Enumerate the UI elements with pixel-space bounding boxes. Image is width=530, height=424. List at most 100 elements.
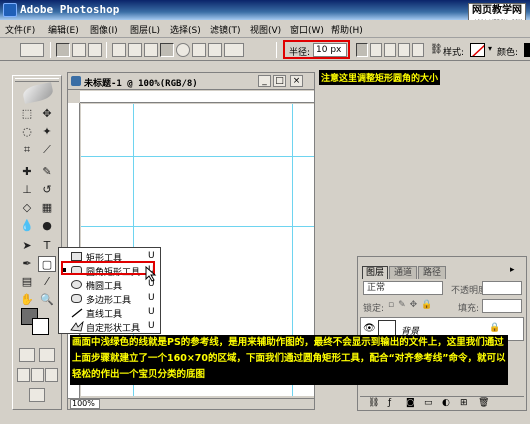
color-swatch[interactable]	[524, 43, 530, 57]
lock-options-icon[interactable]: ▫✎✥🔒	[388, 300, 436, 310]
radius-input[interactable]	[313, 43, 347, 57]
new-group-icon[interactable]: ▭	[424, 398, 433, 408]
screen-mode-standard-button[interactable]	[17, 368, 30, 382]
line-tool-button[interactable]	[208, 43, 222, 57]
healing-brush-icon[interactable]: ✚	[18, 164, 36, 180]
menu-window[interactable]: 窗口(W)	[290, 23, 324, 36]
opacity-field[interactable]	[482, 281, 522, 295]
fill-field[interactable]	[482, 299, 522, 313]
menu-filter[interactable]: 滤镜(T)	[210, 23, 241, 36]
fill-pixels-button[interactable]	[88, 43, 102, 57]
blend-mode-select[interactable]: 正常	[363, 281, 443, 295]
menu-select[interactable]: 选择(S)	[170, 23, 201, 36]
tab-layers[interactable]: 图层	[362, 266, 388, 279]
menu-edit[interactable]: 编辑(E)	[48, 23, 79, 36]
blur-tool-icon[interactable]: 💧	[18, 218, 36, 234]
flyout-item-polygon[interactable]: 多边形工具 U	[59, 292, 160, 306]
hand-tool-icon[interactable]: ✋	[18, 292, 36, 308]
notes-tool-icon[interactable]: ▤	[18, 274, 36, 290]
menu-bar: 文件(F) 编辑(E) 图像(I) 图层(L) 选择(S) 滤镜(T) 视图(V…	[0, 20, 530, 38]
screen-mode-full-menu-button[interactable]	[31, 368, 44, 382]
magic-wand-icon[interactable]: ✦	[38, 124, 56, 140]
tool-preset-picker[interactable]	[20, 43, 44, 57]
history-brush-icon[interactable]: ↺	[38, 182, 56, 198]
style-dropdown-icon[interactable]: ▾	[488, 44, 492, 53]
close-button[interactable]: ×	[290, 75, 303, 87]
app-title: Adobe Photoshop	[20, 3, 120, 16]
layer-mask-icon[interactable]: ◙	[406, 398, 415, 408]
custom-shape-tool-button[interactable]	[224, 43, 244, 57]
freeform-pen-button[interactable]	[128, 43, 142, 57]
guide-line[interactable]	[81, 156, 314, 157]
maximize-button[interactable]: □	[273, 75, 286, 87]
quick-mask-button[interactable]	[39, 348, 55, 362]
flyout-item-line[interactable]: 直线工具 U	[59, 306, 160, 320]
flyout-item-label: 自定形状工具	[86, 324, 141, 334]
toolbox-grip[interactable]	[15, 78, 59, 82]
menu-help[interactable]: 帮助(H)	[331, 23, 363, 36]
document-title: 未标题-1 @ 100%(RGB/8)	[84, 79, 198, 89]
paths-button[interactable]	[72, 43, 86, 57]
brush-tool-icon[interactable]: ✎	[38, 164, 56, 180]
options-separator	[106, 42, 107, 58]
exclude-shape-button[interactable]	[412, 43, 424, 57]
background-color[interactable]	[32, 318, 49, 335]
move-tool-icon[interactable]: ✥	[38, 106, 56, 122]
pen-tool-button[interactable]	[112, 43, 126, 57]
add-to-shape-button[interactable]	[370, 43, 382, 57]
eyedropper-tool-icon[interactable]: ⁄	[38, 274, 56, 290]
dodge-tool-icon[interactable]: ●	[38, 218, 56, 234]
rectangle-icon	[71, 252, 82, 261]
polygon-icon	[71, 294, 82, 303]
menu-view[interactable]: 视图(V)	[250, 23, 281, 36]
type-tool-icon[interactable]: T	[38, 238, 56, 254]
polygon-tool-button[interactable]	[192, 43, 206, 57]
layer-style-icon[interactable]: ƒ	[388, 398, 391, 408]
new-shape-layer-button[interactable]	[356, 43, 368, 57]
horizontal-ruler[interactable]	[80, 91, 314, 103]
clone-stamp-icon[interactable]: ⊥	[18, 182, 36, 198]
rounded-rectangle-tool-button[interactable]	[160, 43, 174, 57]
menu-image[interactable]: 图像(I)	[90, 23, 118, 36]
screen-mode-full-button[interactable]	[45, 368, 58, 382]
delete-layer-icon[interactable]: 🗑	[478, 398, 489, 408]
subtract-shape-button[interactable]	[384, 43, 396, 57]
menu-layer[interactable]: 图层(L)	[130, 23, 160, 36]
standard-mode-button[interactable]	[19, 348, 35, 362]
zoom-field[interactable]: 100%	[70, 399, 100, 409]
eraser-tool-icon[interactable]: ◇	[18, 200, 36, 216]
gradient-tool-icon[interactable]: ▦	[38, 200, 56, 216]
slice-tool-icon[interactable]: ⟋	[38, 142, 56, 158]
flyout-item-label: 椭圆工具	[86, 282, 123, 292]
flyout-item-rectangle[interactable]: 矩形工具 U	[59, 250, 160, 264]
style-picker[interactable]	[470, 43, 485, 57]
tab-paths[interactable]: 路径	[418, 266, 446, 279]
new-layer-icon[interactable]: ⊞	[460, 398, 468, 408]
ellipse-tool-button[interactable]	[176, 43, 190, 57]
menu-file[interactable]: 文件(F)	[5, 23, 35, 36]
flyout-item-custom-shape[interactable]: 自定形状工具 U	[59, 320, 160, 334]
options-separator	[50, 42, 51, 58]
marquee-tool-icon[interactable]: ⬚	[18, 106, 36, 122]
flyout-item-label: 圆角矩形工具	[86, 268, 141, 278]
rounded-rectangle-tool-icon[interactable]: ▢	[38, 256, 56, 272]
rectangle-tool-button[interactable]	[144, 43, 158, 57]
guide-line[interactable]	[81, 226, 314, 227]
pen-tool-icon[interactable]: ✒	[18, 256, 36, 272]
tab-channels[interactable]: 通道	[389, 266, 417, 279]
link-icon[interactable]: ⛓	[430, 44, 443, 55]
document-title-bar[interactable]: 未标题-1 @ 100%(RGB/8) _ □ ×	[68, 73, 314, 90]
zoom-tool-icon[interactable]: 🔍	[38, 292, 56, 308]
lasso-tool-icon[interactable]: ◌	[18, 124, 36, 140]
jump-to-imageready-button[interactable]	[29, 388, 45, 402]
adjustment-layer-icon[interactable]: ◐	[442, 398, 450, 408]
crop-tool-icon[interactable]: ⌗	[18, 142, 36, 158]
no-style-icon	[472, 44, 484, 56]
link-layers-icon[interactable]: ⛓	[368, 398, 379, 408]
shape-layers-button[interactable]	[56, 43, 70, 57]
path-selection-icon[interactable]: ➤	[18, 238, 36, 254]
intersect-shape-button[interactable]	[398, 43, 410, 57]
minimize-button[interactable]: _	[258, 75, 271, 87]
eye-icon[interactable]: 👁	[363, 323, 376, 335]
panel-menu-icon[interactable]: ▸	[510, 265, 515, 275]
